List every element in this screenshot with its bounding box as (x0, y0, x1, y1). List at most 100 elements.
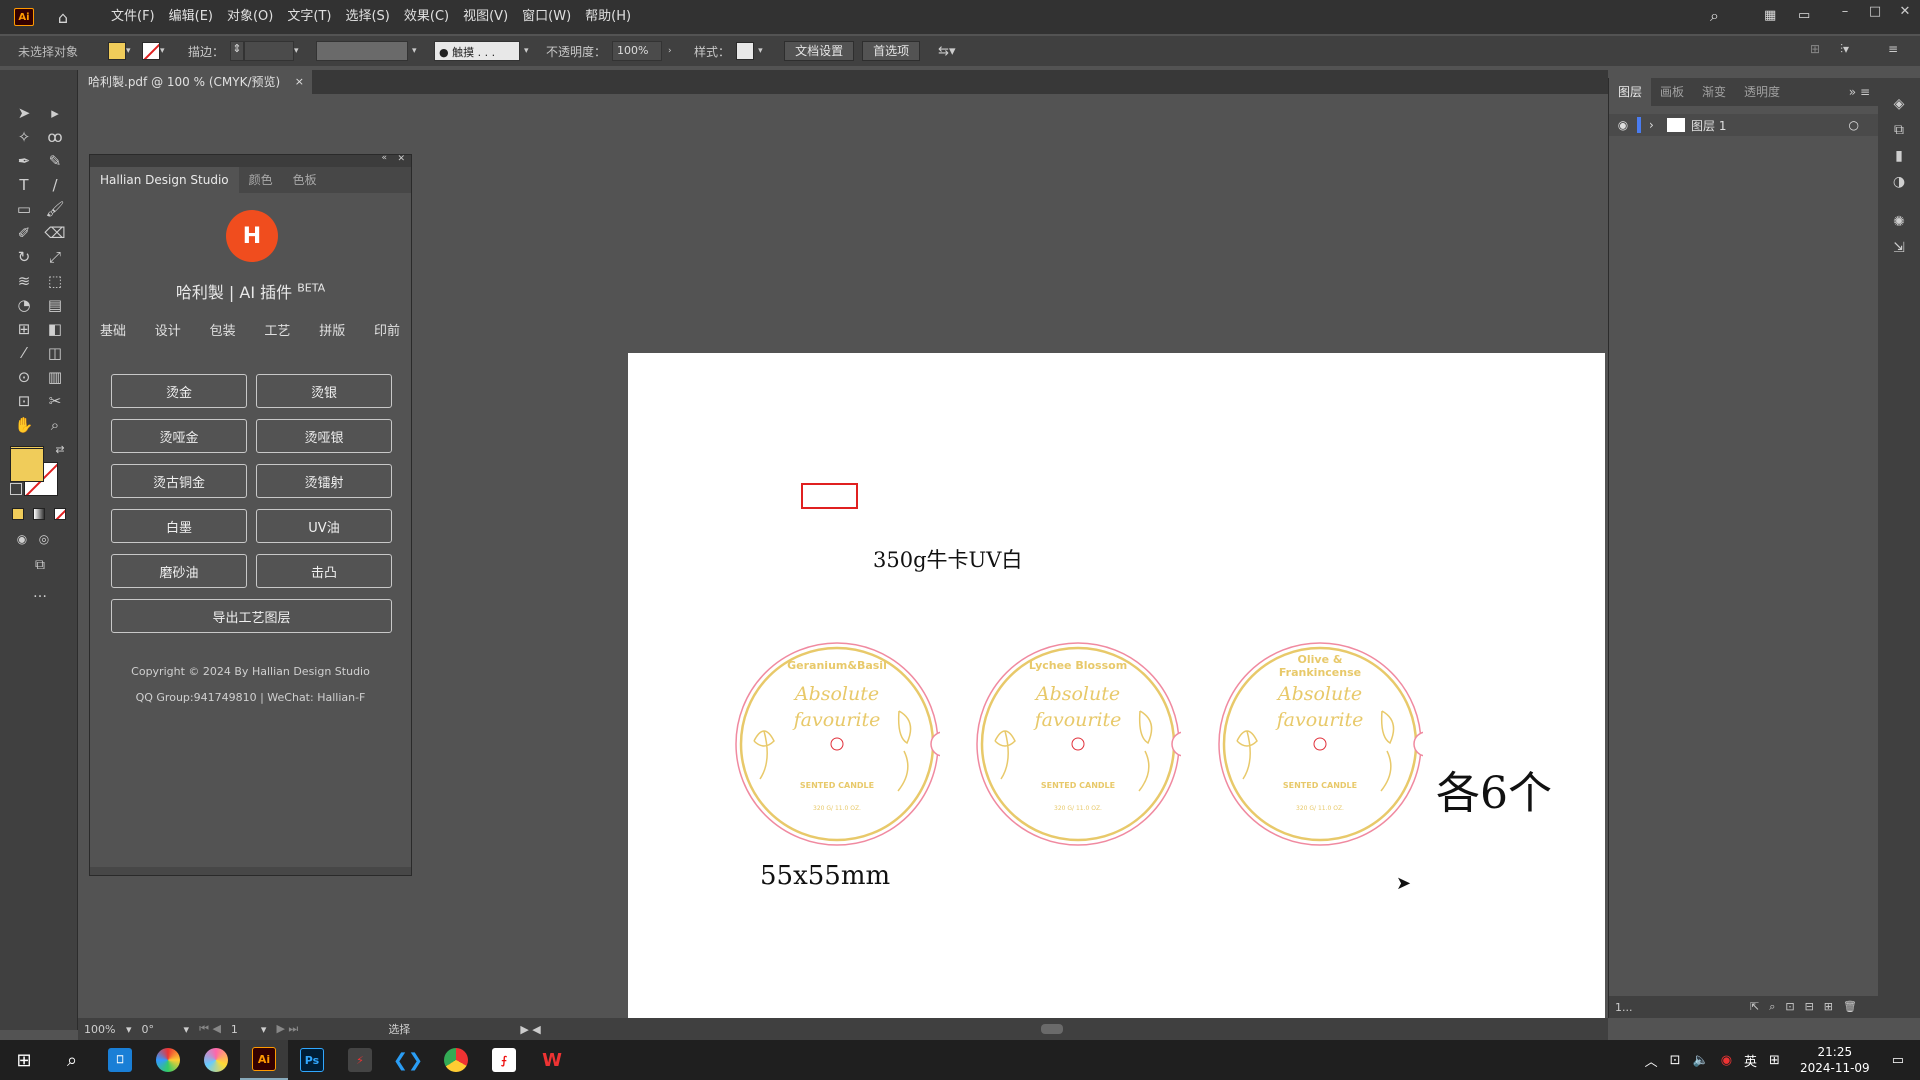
paintbrush-tool-icon[interactable]: 🖌 (43, 198, 67, 220)
home-icon[interactable]: ⌂ (52, 6, 74, 28)
red-rectangle-marker[interactable] (801, 483, 858, 509)
menu-type[interactable]: 文字(T) (280, 0, 338, 34)
gradient-icon[interactable]: ▮ (1889, 148, 1909, 168)
tab-hallian-design-studio[interactable]: Hallian Design Studio (90, 167, 239, 193)
type-tool-icon[interactable]: T (12, 174, 36, 196)
app-icon-1[interactable]: ⎕ (96, 1040, 144, 1080)
record-icon[interactable]: ◉ (1721, 1053, 1732, 1068)
artboards-icon[interactable]: ⧉ (1889, 122, 1909, 142)
eraser-tool-icon[interactable]: ⌫ (43, 222, 67, 244)
zoom-tool-icon[interactable]: ⌕ (43, 414, 67, 436)
rectangle-tool-icon[interactable]: ▭ (12, 198, 36, 220)
chevron-down-icon[interactable]: ▾ (758, 46, 768, 56)
first-artboard-icon[interactable]: ⏮ ◀ (199, 1022, 221, 1036)
ime-indicator[interactable]: 英 (1744, 1051, 1757, 1070)
draw-behind-icon[interactable]: ◎ (32, 528, 56, 550)
frosted-varnish-button[interactable]: 磨砂油 (111, 554, 247, 588)
menu-object[interactable]: 对象(O) (220, 0, 280, 34)
minimize-icon[interactable]: – (1830, 0, 1860, 24)
control-menu-icon[interactable]: ≡ (1888, 42, 1898, 56)
gradient-tool-icon[interactable]: ◧ (43, 318, 67, 340)
layer-row[interactable]: ◉ › 图层 1 ○ (1609, 114, 1879, 136)
search-icon[interactable]: ⌕ (1710, 6, 1730, 26)
warp-tool-icon[interactable]: ≋ (12, 270, 36, 292)
quantity-text[interactable]: 各6个 (1436, 757, 1552, 821)
hot-stamp-gold-button[interactable]: 烫金 (111, 374, 247, 408)
panel-menu-icon[interactable]: » ≡ (1849, 85, 1878, 99)
hand-tool-icon[interactable]: ✋ (12, 414, 36, 436)
antique-gold-button[interactable]: 烫古铜金 (111, 464, 247, 498)
distribute-icon[interactable]: ⫶▾ (1840, 42, 1849, 57)
layer-name[interactable]: 图层 1 (1691, 117, 1726, 134)
candle-label-1[interactable]: Geranium&Basil Absolute favourite SENTED… (734, 641, 956, 847)
document-setup-button[interactable]: 文档设置 (784, 41, 855, 61)
graphic-style-swatch[interactable] (736, 42, 755, 60)
chevron-down-icon[interactable]: ▾ (126, 1023, 132, 1036)
layer-target-icon[interactable]: ○ (1849, 118, 1859, 132)
symbol-sprayer-tool-icon[interactable]: ⊙ (12, 366, 36, 388)
nav-design[interactable]: 设计 (155, 320, 181, 339)
preferences-button[interactable]: 首选项 (862, 41, 921, 61)
chevron-down-icon[interactable]: ▾ (160, 46, 170, 56)
arrange-documents-icon[interactable]: ▦ (1764, 8, 1782, 24)
edit-toolbar-icon[interactable]: … (28, 582, 52, 604)
fill-swatch[interactable] (108, 42, 127, 60)
zoom-level[interactable]: 100% (84, 1023, 126, 1036)
blend-tool-icon[interactable]: ◫ (43, 342, 67, 364)
laser-stamp-button[interactable]: 烫镭射 (256, 464, 392, 498)
illustrator-taskbar-icon[interactable]: Ai (240, 1040, 288, 1080)
arrange-icon[interactable]: ⇆▾ (938, 44, 955, 59)
stroke-stepper[interactable]: ⇕ (230, 41, 245, 61)
align-icon[interactable]: ⊞ (1810, 42, 1820, 56)
menu-select[interactable]: 选择(S) (338, 0, 396, 34)
appearance-icon[interactable]: ✺ (1889, 214, 1909, 234)
maximize-icon[interactable]: □ (1860, 0, 1890, 24)
stroke-swatch[interactable] (142, 42, 161, 60)
nav-basic[interactable]: 基础 (100, 320, 126, 339)
app-icon-4[interactable]: ⚡ (336, 1040, 384, 1080)
chevron-down-icon[interactable]: ▾ (126, 46, 136, 56)
chevron-down-icon[interactable]: ▾ (524, 46, 534, 56)
nav-packaging[interactable]: 包装 (210, 320, 236, 339)
network-icon[interactable]: ⊡ (1670, 1053, 1681, 1068)
horizontal-scrollbar[interactable] (1040, 1024, 1063, 1034)
shape-builder-tool-icon[interactable]: ◔ (12, 294, 36, 316)
photoshop-taskbar-icon[interactable]: Ps (288, 1040, 336, 1080)
size-text[interactable]: 55x55mm (760, 861, 890, 891)
menu-effect[interactable]: 效果(C) (397, 0, 456, 34)
artboard-tool-icon[interactable]: ⊡ (12, 390, 36, 412)
chevron-right-icon[interactable]: › (668, 46, 678, 56)
white-ink-button[interactable]: 白墨 (111, 509, 247, 543)
export-craft-layers-button[interactable]: 导出工艺图层 (111, 599, 392, 633)
stroke-weight-input[interactable] (244, 41, 295, 61)
rotation-value[interactable]: 0° (142, 1023, 184, 1036)
tab-layers[interactable]: 图层 (1609, 78, 1652, 106)
app-icon-3[interactable] (192, 1040, 240, 1080)
uv-varnish-button[interactable]: UV油 (256, 509, 392, 543)
shaper-tool-icon[interactable]: ✐ (12, 222, 36, 244)
close-panel-icon[interactable]: ✕ (397, 154, 405, 164)
emboss-button[interactable]: 击凸 (256, 554, 392, 588)
tab-transparency[interactable]: 透明度 (1735, 78, 1789, 106)
chrome-taskbar-icon[interactable] (432, 1040, 480, 1080)
search-icon[interactable]: ⌕ (48, 1040, 96, 1080)
color-mode-icon[interactable] (12, 508, 24, 520)
panel-header[interactable]: « ✕ (90, 153, 411, 167)
workspace-switcher-icon[interactable]: ▭ (1798, 8, 1816, 24)
chevron-down-icon[interactable]: ▾ (294, 46, 304, 56)
close-icon[interactable]: ✕ (1890, 0, 1920, 24)
chevron-down-icon[interactable]: ▾ (184, 1023, 190, 1036)
selection-tool-icon[interactable]: ➤ (12, 102, 36, 124)
app-icon-2[interactable] (144, 1040, 192, 1080)
direct-selection-tool-icon[interactable]: ▸ (43, 102, 67, 124)
nav-imposition[interactable]: 拼版 (319, 320, 345, 339)
wps-taskbar-icon[interactable]: W (528, 1040, 576, 1080)
notification-icon[interactable]: ▭ (1892, 1053, 1904, 1068)
chevron-down-icon[interactable]: ▾ (261, 1023, 267, 1036)
collapse-icon[interactable]: « (381, 153, 387, 163)
tray-expand-icon[interactable]: ︿ (1645, 1051, 1658, 1070)
eyedropper-tool-icon[interactable]: ⁄ (12, 342, 36, 364)
acrobat-taskbar-icon[interactable]: ⨍ (480, 1040, 528, 1080)
layer-actions-icons[interactable]: ⇱⌕⊡⊟⊞🗑 (1750, 1000, 1867, 1014)
clock[interactable]: 21:25 2024-11-09 (1800, 1044, 1870, 1076)
